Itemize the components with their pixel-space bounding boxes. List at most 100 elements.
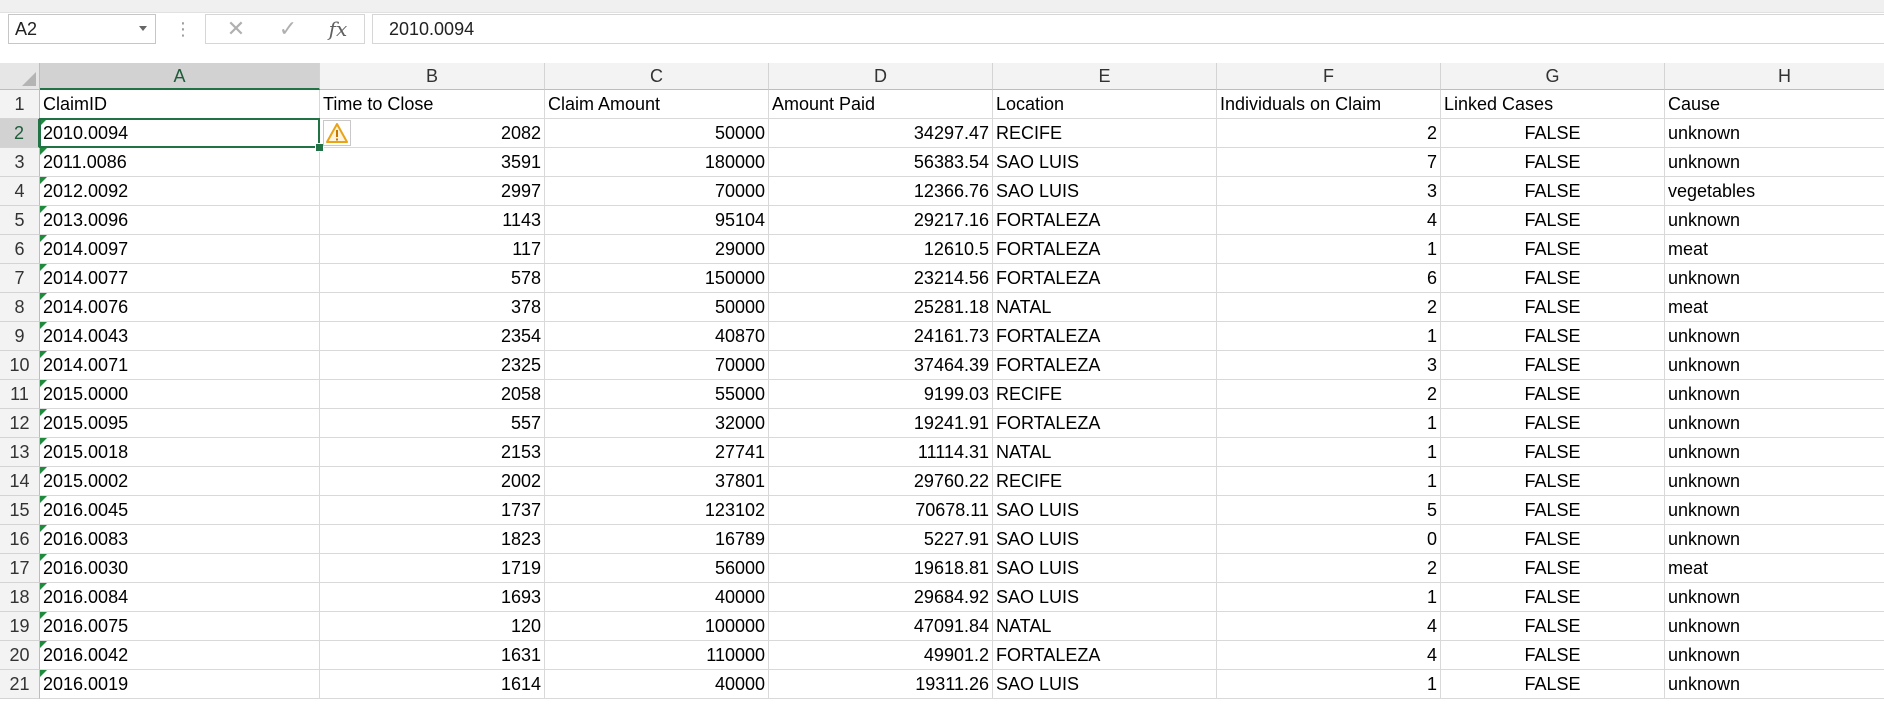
cell-b13[interactable]: 2153 [320,438,545,467]
select-all-corner[interactable] [0,63,40,90]
cell-a7[interactable]: 2014.0077 [40,264,320,293]
cell-e5[interactable]: FORTALEZA [993,206,1217,235]
cell-a2[interactable]: 2010.0094 [40,119,320,148]
column-header-c[interactable]: C [545,63,769,90]
cell-c5[interactable]: 95104 [545,206,769,235]
cell-f12[interactable]: 1 [1217,409,1441,438]
cell-f18[interactable]: 1 [1217,583,1441,612]
cell-b3[interactable]: 3591 [320,148,545,177]
row-header-3[interactable]: 3 [0,148,40,177]
cell-d11[interactable]: 9199.03 [769,380,993,409]
cell-f13[interactable]: 1 [1217,438,1441,467]
cell-h8[interactable]: meat [1665,293,1884,322]
row-header-12[interactable]: 12 [0,409,40,438]
cell-a17[interactable]: 2016.0030 [40,554,320,583]
cell-e15[interactable]: SAO LUIS [993,496,1217,525]
cell-d18[interactable]: 29684.92 [769,583,993,612]
cell-f15[interactable]: 5 [1217,496,1441,525]
cell-c18[interactable]: 40000 [545,583,769,612]
cell-g17[interactable]: FALSE [1441,554,1665,583]
row-header-18[interactable]: 18 [0,583,40,612]
row-header-21[interactable]: 21 [0,670,40,699]
cell-d10[interactable]: 37464.39 [769,351,993,380]
cell-c3[interactable]: 180000 [545,148,769,177]
cell-c14[interactable]: 37801 [545,467,769,496]
cell-a3[interactable]: 2011.0086 [40,148,320,177]
row-header-8[interactable]: 8 [0,293,40,322]
cell-g6[interactable]: FALSE [1441,235,1665,264]
cell-a16[interactable]: 2016.0083 [40,525,320,554]
cell-h15[interactable]: unknown [1665,496,1884,525]
cell-g3[interactable]: FALSE [1441,148,1665,177]
cell-d7[interactable]: 23214.56 [769,264,993,293]
cell-a5[interactable]: 2013.0096 [40,206,320,235]
row-header-1[interactable]: 1 [0,90,40,119]
cell-h3[interactable]: unknown [1665,148,1884,177]
cell-b17[interactable]: 1719 [320,554,545,583]
cell-b4[interactable]: 2997 [320,177,545,206]
cell-f8[interactable]: 2 [1217,293,1441,322]
cell-b15[interactable]: 1737 [320,496,545,525]
cell-f14[interactable]: 1 [1217,467,1441,496]
cell-g16[interactable]: FALSE [1441,525,1665,554]
row-header-14[interactable]: 14 [0,467,40,496]
cell-e8[interactable]: NATAL [993,293,1217,322]
cell-h12[interactable]: unknown [1665,409,1884,438]
header-cell[interactable]: Amount Paid [769,90,993,119]
cell-a15[interactable]: 2016.0045 [40,496,320,525]
column-header-g[interactable]: G [1441,63,1665,90]
row-header-4[interactable]: 4 [0,177,40,206]
cell-g12[interactable]: FALSE [1441,409,1665,438]
cell-a8[interactable]: 2014.0076 [40,293,320,322]
cell-e18[interactable]: SAO LUIS [993,583,1217,612]
cell-c15[interactable]: 123102 [545,496,769,525]
cell-f7[interactable]: 6 [1217,264,1441,293]
header-cell[interactable]: Cause [1665,90,1884,119]
cell-b11[interactable]: 2058 [320,380,545,409]
cell-d17[interactable]: 19618.81 [769,554,993,583]
cell-c12[interactable]: 32000 [545,409,769,438]
cell-d20[interactable]: 49901.2 [769,641,993,670]
cell-f16[interactable]: 0 [1217,525,1441,554]
cell-d15[interactable]: 70678.11 [769,496,993,525]
cell-d3[interactable]: 56383.54 [769,148,993,177]
cell-b14[interactable]: 2002 [320,467,545,496]
cell-d9[interactable]: 24161.73 [769,322,993,351]
cell-g14[interactable]: FALSE [1441,467,1665,496]
cell-a6[interactable]: 2014.0097 [40,235,320,264]
cell-g11[interactable]: FALSE [1441,380,1665,409]
cell-h21[interactable]: unknown [1665,670,1884,699]
cell-d8[interactable]: 25281.18 [769,293,993,322]
cell-b6[interactable]: 117 [320,235,545,264]
formula-input[interactable]: 2010.0094 [372,14,1884,44]
cell-f17[interactable]: 2 [1217,554,1441,583]
error-warning-button[interactable] [323,120,351,146]
cell-e6[interactable]: FORTALEZA [993,235,1217,264]
cell-e16[interactable]: SAO LUIS [993,525,1217,554]
insert-function-icon[interactable]: fx [318,15,358,43]
cell-d14[interactable]: 29760.22 [769,467,993,496]
cell-g8[interactable]: FALSE [1441,293,1665,322]
cell-h6[interactable]: meat [1665,235,1884,264]
cell-c21[interactable]: 40000 [545,670,769,699]
cell-f4[interactable]: 3 [1217,177,1441,206]
row-header-20[interactable]: 20 [0,641,40,670]
cell-g21[interactable]: FALSE [1441,670,1665,699]
cell-c6[interactable]: 29000 [545,235,769,264]
cell-h7[interactable]: unknown [1665,264,1884,293]
cell-b12[interactable]: 557 [320,409,545,438]
cell-d16[interactable]: 5227.91 [769,525,993,554]
cell-c9[interactable]: 40870 [545,322,769,351]
header-cell[interactable]: Time to Close [320,90,545,119]
header-cell[interactable]: ClaimID [40,90,320,119]
cell-e14[interactable]: RECIFE [993,467,1217,496]
cell-h13[interactable]: unknown [1665,438,1884,467]
cell-a13[interactable]: 2015.0018 [40,438,320,467]
cell-g15[interactable]: FALSE [1441,496,1665,525]
cell-g10[interactable]: FALSE [1441,351,1665,380]
cell-f2[interactable]: 2 [1217,119,1441,148]
cell-e3[interactable]: SAO LUIS [993,148,1217,177]
cell-b20[interactable]: 1631 [320,641,545,670]
cell-e13[interactable]: NATAL [993,438,1217,467]
row-header-11[interactable]: 11 [0,380,40,409]
